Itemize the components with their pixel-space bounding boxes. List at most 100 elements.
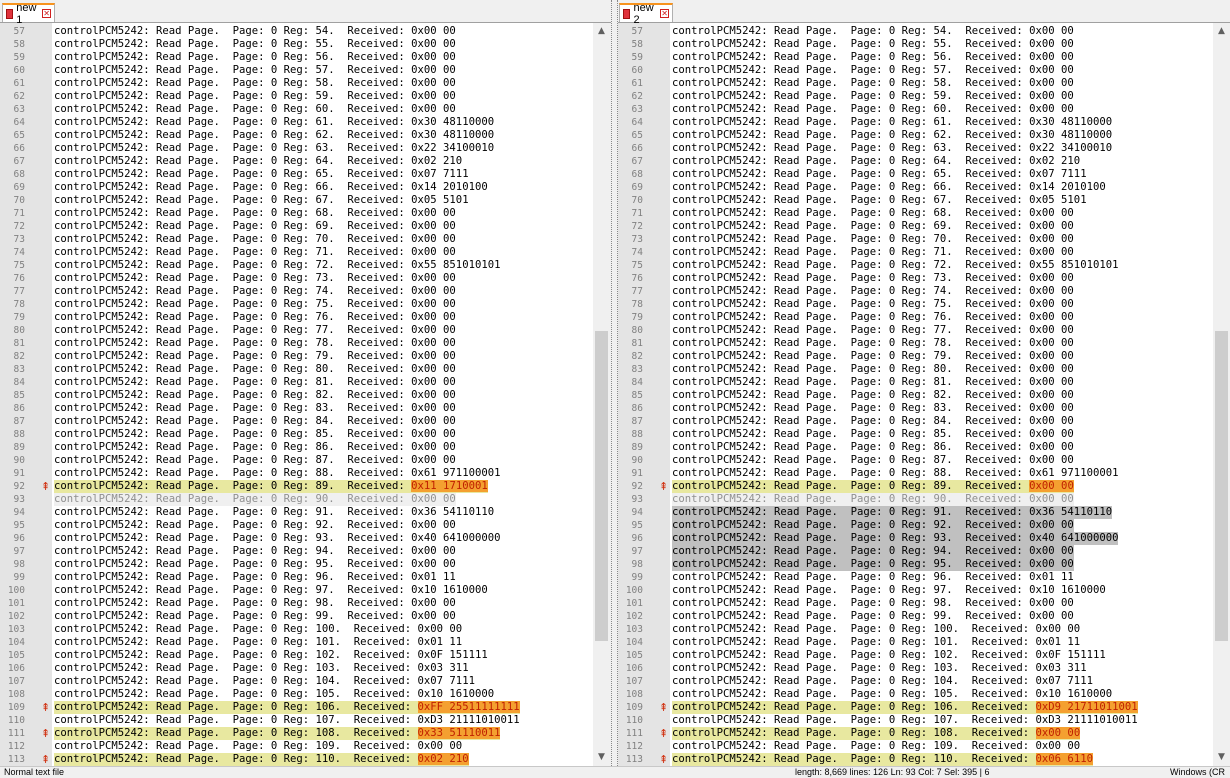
code-line[interactable]: 90 controlPCM5242: Read Page. Page: 0 Reg… <box>0 454 593 467</box>
code-line[interactable]: 57 controlPCM5242: Read Page. Page: 0 Reg… <box>618 25 1213 38</box>
scroll-up-arrow-icon[interactable]: ▲ <box>1213 23 1230 40</box>
code-line[interactable]: 92 ⇞ controlPCM5242: Read Page. Page: 0 Re… <box>618 480 1213 493</box>
code-line[interactable]: 103 controlPCM5242: Read Page. Page: 0 Re… <box>618 623 1213 636</box>
code-line[interactable]: 67 controlPCM5242: Read Page. Page: 0 Reg… <box>0 155 593 168</box>
code-line[interactable]: 66 controlPCM5242: Read Page. Page: 0 Reg… <box>0 142 593 155</box>
code-line[interactable]: 91 controlPCM5242: Read Page. Page: 0 Reg… <box>618 467 1213 480</box>
code-line[interactable]: 67 controlPCM5242: Read Page. Page: 0 Reg… <box>618 155 1213 168</box>
code-line[interactable]: 102 controlPCM5242: Read Page. Page: 0 Re… <box>618 610 1213 623</box>
code-line[interactable]: 75 controlPCM5242: Read Page. Page: 0 Reg… <box>0 259 593 272</box>
code-line[interactable]: 86 controlPCM5242: Read Page. Page: 0 Reg… <box>0 402 593 415</box>
code-line[interactable]: 95 controlPCM5242: Read Page. Page: 0 Reg… <box>0 519 593 532</box>
code-line[interactable]: 93 controlPCM5242: Read Page. Page: 0 Reg… <box>0 493 593 506</box>
code-line[interactable]: 104 controlPCM5242: Read Page. Page: 0 Re… <box>0 636 593 649</box>
code-line[interactable]: 70 controlPCM5242: Read Page. Page: 0 Reg… <box>0 194 593 207</box>
code-line[interactable]: 92 ⇞ controlPCM5242: Read Page. Page: 0 Re… <box>0 480 593 493</box>
code-line[interactable]: 83 controlPCM5242: Read Page. Page: 0 Reg… <box>618 363 1213 376</box>
code-line[interactable]: 60 controlPCM5242: Read Page. Page: 0 Reg… <box>618 64 1213 77</box>
close-icon[interactable]: ✕ <box>660 9 669 18</box>
code-line[interactable]: 110 controlPCM5242: Read Page. Page: 0 Re… <box>618 714 1213 727</box>
left-scrollbar[interactable]: ▲ ▼ <box>593 23 610 766</box>
code-line[interactable]: 89 controlPCM5242: Read Page. Page: 0 Reg… <box>618 441 1213 454</box>
code-line[interactable]: 74 controlPCM5242: Read Page. Page: 0 Reg… <box>618 246 1213 259</box>
code-line[interactable]: 98 controlPCM5242: Read Page. Page: 0 Reg… <box>618 558 1213 571</box>
code-line[interactable]: 102 controlPCM5242: Read Page. Page: 0 Re… <box>0 610 593 623</box>
code-line[interactable]: 73 controlPCM5242: Read Page. Page: 0 Reg… <box>618 233 1213 246</box>
code-line[interactable]: 94 controlPCM5242: Read Page. Page: 0 Reg… <box>0 506 593 519</box>
code-line[interactable]: 79 controlPCM5242: Read Page. Page: 0 Reg… <box>618 311 1213 324</box>
code-line[interactable]: 85 controlPCM5242: Read Page. Page: 0 Reg… <box>0 389 593 402</box>
right-scrollbar[interactable]: ▲ ▼ <box>1213 23 1230 766</box>
code-line[interactable]: 101 controlPCM5242: Read Page. Page: 0 Re… <box>618 597 1213 610</box>
code-line[interactable]: 72 controlPCM5242: Read Page. Page: 0 Reg… <box>0 220 593 233</box>
code-line[interactable]: 106 controlPCM5242: Read Page. Page: 0 Re… <box>618 662 1213 675</box>
code-line[interactable]: 100 controlPCM5242: Read Page. Page: 0 Re… <box>618 584 1213 597</box>
code-line[interactable]: 84 controlPCM5242: Read Page. Page: 0 Reg… <box>618 376 1213 389</box>
code-line[interactable]: 63 controlPCM5242: Read Page. Page: 0 Reg… <box>618 103 1213 116</box>
code-line[interactable]: 88 controlPCM5242: Read Page. Page: 0 Reg… <box>0 428 593 441</box>
code-line[interactable]: 61 controlPCM5242: Read Page. Page: 0 Reg… <box>618 77 1213 90</box>
code-line[interactable]: 64 controlPCM5242: Read Page. Page: 0 Reg… <box>618 116 1213 129</box>
code-line[interactable]: 58 controlPCM5242: Read Page. Page: 0 Reg… <box>618 38 1213 51</box>
code-line[interactable]: 60 controlPCM5242: Read Page. Page: 0 Reg… <box>0 64 593 77</box>
code-line[interactable]: 80 controlPCM5242: Read Page. Page: 0 Reg… <box>0 324 593 337</box>
code-line[interactable]: 73 controlPCM5242: Read Page. Page: 0 Reg… <box>0 233 593 246</box>
code-line[interactable]: 99 controlPCM5242: Read Page. Page: 0 Reg… <box>618 571 1213 584</box>
code-line[interactable]: 96 controlPCM5242: Read Page. Page: 0 Reg… <box>618 532 1213 545</box>
code-line[interactable]: 71 controlPCM5242: Read Page. Page: 0 Reg… <box>0 207 593 220</box>
code-line[interactable]: 78 controlPCM5242: Read Page. Page: 0 Reg… <box>0 298 593 311</box>
code-line[interactable]: 88 controlPCM5242: Read Page. Page: 0 Reg… <box>618 428 1213 441</box>
code-line[interactable]: 72 controlPCM5242: Read Page. Page: 0 Reg… <box>618 220 1213 233</box>
code-line[interactable]: 100 controlPCM5242: Read Page. Page: 0 Re… <box>0 584 593 597</box>
code-line[interactable]: 81 controlPCM5242: Read Page. Page: 0 Reg… <box>618 337 1213 350</box>
code-line[interactable]: 64 controlPCM5242: Read Page. Page: 0 Reg… <box>0 116 593 129</box>
code-line[interactable]: 87 controlPCM5242: Read Page. Page: 0 Reg… <box>0 415 593 428</box>
code-line[interactable]: 112 controlPCM5242: Read Page. Page: 0 Re… <box>0 740 593 753</box>
code-line[interactable]: 59 controlPCM5242: Read Page. Page: 0 Reg… <box>0 51 593 64</box>
code-line[interactable]: 82 controlPCM5242: Read Page. Page: 0 Reg… <box>0 350 593 363</box>
code-line[interactable]: 65 controlPCM5242: Read Page. Page: 0 Reg… <box>0 129 593 142</box>
code-line[interactable]: 97 controlPCM5242: Read Page. Page: 0 Reg… <box>618 545 1213 558</box>
code-line[interactable]: 108 controlPCM5242: Read Page. Page: 0 Re… <box>618 688 1213 701</box>
scroll-up-arrow-icon[interactable]: ▲ <box>593 23 610 40</box>
code-line[interactable]: 77 controlPCM5242: Read Page. Page: 0 Reg… <box>0 285 593 298</box>
code-line[interactable]: 82 controlPCM5242: Read Page. Page: 0 Reg… <box>618 350 1213 363</box>
code-line[interactable]: 62 controlPCM5242: Read Page. Page: 0 Reg… <box>618 90 1213 103</box>
code-line[interactable]: 75 controlPCM5242: Read Page. Page: 0 Reg… <box>618 259 1213 272</box>
code-line[interactable]: 112 controlPCM5242: Read Page. Page: 0 Re… <box>618 740 1213 753</box>
left-editor[interactable]: 57 controlPCM5242: Read Page. Page: 0 Reg… <box>0 23 593 766</box>
scroll-down-arrow-icon[interactable]: ▼ <box>1213 749 1230 766</box>
code-line[interactable]: 69 controlPCM5242: Read Page. Page: 0 Reg… <box>618 181 1213 194</box>
code-line[interactable]: 110 controlPCM5242: Read Page. Page: 0 Re… <box>0 714 593 727</box>
code-line[interactable]: 111 ⇞ controlPCM5242: Read Page. Page: 0 R… <box>618 727 1213 740</box>
code-line[interactable]: 89 controlPCM5242: Read Page. Page: 0 Reg… <box>0 441 593 454</box>
code-line[interactable]: 57 controlPCM5242: Read Page. Page: 0 Reg… <box>0 25 593 38</box>
code-line[interactable]: 106 controlPCM5242: Read Page. Page: 0 Re… <box>0 662 593 675</box>
tab-new-2[interactable]: new 2 ✕ <box>619 2 673 26</box>
code-line[interactable]: 77 controlPCM5242: Read Page. Page: 0 Reg… <box>618 285 1213 298</box>
code-line[interactable]: 107 controlPCM5242: Read Page. Page: 0 Re… <box>0 675 593 688</box>
code-line[interactable]: 74 controlPCM5242: Read Page. Page: 0 Reg… <box>0 246 593 259</box>
code-line[interactable]: 62 controlPCM5242: Read Page. Page: 0 Reg… <box>0 90 593 103</box>
code-line[interactable]: 93 controlPCM5242: Read Page. Page: 0 Reg… <box>618 493 1213 506</box>
code-line[interactable]: 86 controlPCM5242: Read Page. Page: 0 Reg… <box>618 402 1213 415</box>
close-icon[interactable]: ✕ <box>42 9 51 18</box>
code-line[interactable]: 76 controlPCM5242: Read Page. Page: 0 Reg… <box>618 272 1213 285</box>
code-line[interactable]: 76 controlPCM5242: Read Page. Page: 0 Reg… <box>0 272 593 285</box>
right-editor[interactable]: 57 controlPCM5242: Read Page. Page: 0 Reg… <box>618 23 1213 766</box>
code-line[interactable]: 69 controlPCM5242: Read Page. Page: 0 Reg… <box>0 181 593 194</box>
code-line[interactable]: 63 controlPCM5242: Read Page. Page: 0 Reg… <box>0 103 593 116</box>
scrollbar-thumb[interactable] <box>1215 331 1228 641</box>
code-line[interactable]: 109 ⇞ controlPCM5242: Read Page. Page: 0 R… <box>618 701 1213 714</box>
pane-splitter[interactable] <box>611 0 618 766</box>
code-line[interactable]: 105 controlPCM5242: Read Page. Page: 0 Re… <box>618 649 1213 662</box>
code-line[interactable]: 104 controlPCM5242: Read Page. Page: 0 Re… <box>618 636 1213 649</box>
code-line[interactable]: 90 controlPCM5242: Read Page. Page: 0 Reg… <box>618 454 1213 467</box>
code-line[interactable]: 79 controlPCM5242: Read Page. Page: 0 Reg… <box>0 311 593 324</box>
code-line[interactable]: 78 controlPCM5242: Read Page. Page: 0 Reg… <box>618 298 1213 311</box>
code-line[interactable]: 68 controlPCM5242: Read Page. Page: 0 Reg… <box>0 168 593 181</box>
code-line[interactable]: 65 controlPCM5242: Read Page. Page: 0 Reg… <box>618 129 1213 142</box>
code-line[interactable]: 83 controlPCM5242: Read Page. Page: 0 Reg… <box>0 363 593 376</box>
code-line[interactable]: 84 controlPCM5242: Read Page. Page: 0 Reg… <box>0 376 593 389</box>
code-line[interactable]: 111 ⇞ controlPCM5242: Read Page. Page: 0 R… <box>0 727 593 740</box>
